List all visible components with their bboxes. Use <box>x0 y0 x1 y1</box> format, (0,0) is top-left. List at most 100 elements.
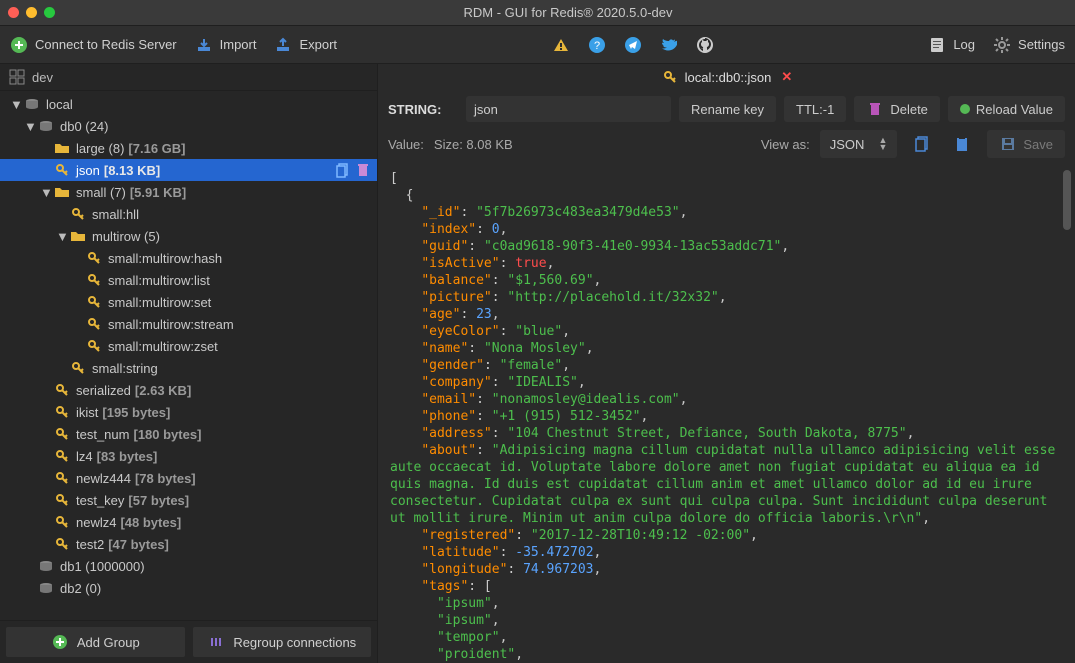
tree-node[interactable]: small:multirow:stream <box>0 313 377 335</box>
key-icon <box>54 427 70 441</box>
code-line: "email": "nonamosley@idealis.com", <box>390 391 1063 408</box>
tree-node[interactable]: test2 [47 bytes] <box>0 533 377 555</box>
tree-node[interactable]: ▼ multirow (5) <box>0 225 377 247</box>
grid-icon[interactable] <box>8 68 26 86</box>
node-label: db0 (24) <box>60 119 108 134</box>
ttl-button[interactable]: TTL:-1 <box>784 96 846 122</box>
code-line: [ <box>390 170 1063 187</box>
log-button[interactable]: Log <box>928 36 975 54</box>
trash-icon[interactable] <box>357 163 369 178</box>
node-label: multirow (5) <box>92 229 160 244</box>
value-viewer[interactable]: [ { "_id": "5f7b26973c483ea3479d4e53", "… <box>378 164 1075 663</box>
tree-node[interactable]: small:multirow:set <box>0 291 377 313</box>
copy-icon[interactable] <box>336 163 349 178</box>
import-button[interactable]: Import <box>195 36 257 54</box>
connect-button[interactable]: Connect to Redis Server <box>10 36 177 54</box>
code-line: "about": "Adipisicing magna cillum cupid… <box>390 442 1063 527</box>
tree-node[interactable]: serialized [2.63 KB] <box>0 379 377 401</box>
export-button[interactable]: Export <box>274 36 337 54</box>
tree-node[interactable]: json [8.13 KB] <box>0 159 377 181</box>
github-icon[interactable] <box>696 36 714 54</box>
expand-arrow[interactable]: ▼ <box>56 229 68 244</box>
tree-node[interactable]: ▼ db0 (24) <box>0 115 377 137</box>
connection-tree[interactable]: ▼local▼db0 (24)large (8) [7.16 GB]json [… <box>0 91 377 620</box>
delete-key-button[interactable]: Delete <box>854 96 940 122</box>
expand-arrow[interactable]: ▼ <box>10 97 22 112</box>
tree-node[interactable]: ▼local <box>0 93 377 115</box>
node-label: lz4 <box>76 449 93 464</box>
tree-node[interactable]: test_key [57 bytes] <box>0 489 377 511</box>
import-label: Import <box>220 37 257 52</box>
node-label: newlz444 <box>76 471 131 486</box>
rename-key-button[interactable]: Rename key <box>679 96 776 122</box>
node-label: test_num <box>76 427 129 442</box>
key-name-input[interactable]: json <box>466 96 671 122</box>
view-as-select[interactable]: JSON ▲▼ <box>820 130 898 158</box>
tree-node[interactable]: large (8) [7.16 GB] <box>0 137 377 159</box>
save-button[interactable]: Save <box>987 130 1065 158</box>
minimize-window-button[interactable] <box>26 7 37 18</box>
code-line: "phone": "+1 (915) 512-3452", <box>390 408 1063 425</box>
node-label: json <box>76 163 100 178</box>
node-size: [2.63 KB] <box>135 383 191 398</box>
code-line: "company": "IDEALIS", <box>390 374 1063 391</box>
twitter-icon[interactable] <box>660 36 678 54</box>
tree-node[interactable]: db2 (0) <box>0 577 377 599</box>
reload-value-button[interactable]: Reload Value <box>948 96 1065 122</box>
node-label: small:multirow:stream <box>108 317 234 332</box>
paste-button[interactable] <box>947 130 977 158</box>
key-icon <box>86 273 102 287</box>
node-label: small (7) <box>76 185 126 200</box>
copy-button[interactable] <box>907 130 937 158</box>
node-label: small:string <box>92 361 158 376</box>
code-line: "index": 0, <box>390 221 1063 238</box>
export-label: Export <box>299 37 337 52</box>
expand-arrow[interactable]: ▼ <box>24 119 36 134</box>
tree-node[interactable]: lz4 [83 bytes] <box>0 445 377 467</box>
code-line: "ipsum", <box>390 595 1063 612</box>
key-icon <box>54 471 70 485</box>
code-line: "balance": "$1,560.69", <box>390 272 1063 289</box>
window-title: RDM - GUI for Redis® 2020.5.0-dev <box>69 5 1067 20</box>
regroup-button[interactable]: Regroup connections <box>193 627 372 657</box>
tree-node[interactable]: newlz444 [78 bytes] <box>0 467 377 489</box>
db-icon <box>38 560 54 572</box>
tree-node[interactable]: ▼small (7) [5.91 KB] <box>0 181 377 203</box>
tab-close-icon[interactable]: ✕ <box>781 69 792 85</box>
tree-node[interactable]: small:multirow:zset <box>0 335 377 357</box>
tree-node[interactable]: small:multirow:hash <box>0 247 377 269</box>
tree-node[interactable]: small:multirow:list <box>0 269 377 291</box>
key-icon <box>54 537 70 551</box>
code-line: "age": 23, <box>390 306 1063 323</box>
telegram-icon[interactable] <box>624 36 642 54</box>
key-editor-row: STRING: json Rename key TTL:-1 Delete Re… <box>378 90 1075 128</box>
folder-icon <box>70 230 86 242</box>
maximize-window-button[interactable] <box>44 7 55 18</box>
node-size: [78 bytes] <box>135 471 196 486</box>
tree-node[interactable]: db1 (1000000) <box>0 555 377 577</box>
value-size: Size: 8.08 KB <box>434 137 513 152</box>
key-icon <box>54 163 70 177</box>
node-size: [48 bytes] <box>120 515 181 530</box>
node-size: [7.16 GB] <box>128 141 185 156</box>
tree-node[interactable]: test_num [180 bytes] <box>0 423 377 445</box>
tree-node[interactable]: ikist [195 bytes] <box>0 401 377 423</box>
code-line: { <box>390 187 1063 204</box>
expand-arrow[interactable]: ▼ <box>40 185 52 200</box>
window-controls <box>8 7 55 18</box>
key-icon <box>54 405 70 419</box>
export-icon <box>274 36 292 54</box>
tree-node[interactable]: small:string <box>0 357 377 379</box>
tab-label[interactable]: local::db0::json <box>685 70 772 85</box>
sidebar-top-label: dev <box>32 70 53 85</box>
warning-icon[interactable] <box>552 36 570 54</box>
node-label: ikist <box>76 405 98 420</box>
scrollbar-thumb[interactable] <box>1063 170 1071 230</box>
close-window-button[interactable] <box>8 7 19 18</box>
settings-button[interactable]: Settings <box>993 36 1065 54</box>
help-icon[interactable]: ? <box>588 36 606 54</box>
titlebar: RDM - GUI for Redis® 2020.5.0-dev <box>0 0 1075 26</box>
tree-node[interactable]: small:hll <box>0 203 377 225</box>
add-group-button[interactable]: Add Group <box>6 627 185 657</box>
tree-node[interactable]: newlz4 [48 bytes] <box>0 511 377 533</box>
